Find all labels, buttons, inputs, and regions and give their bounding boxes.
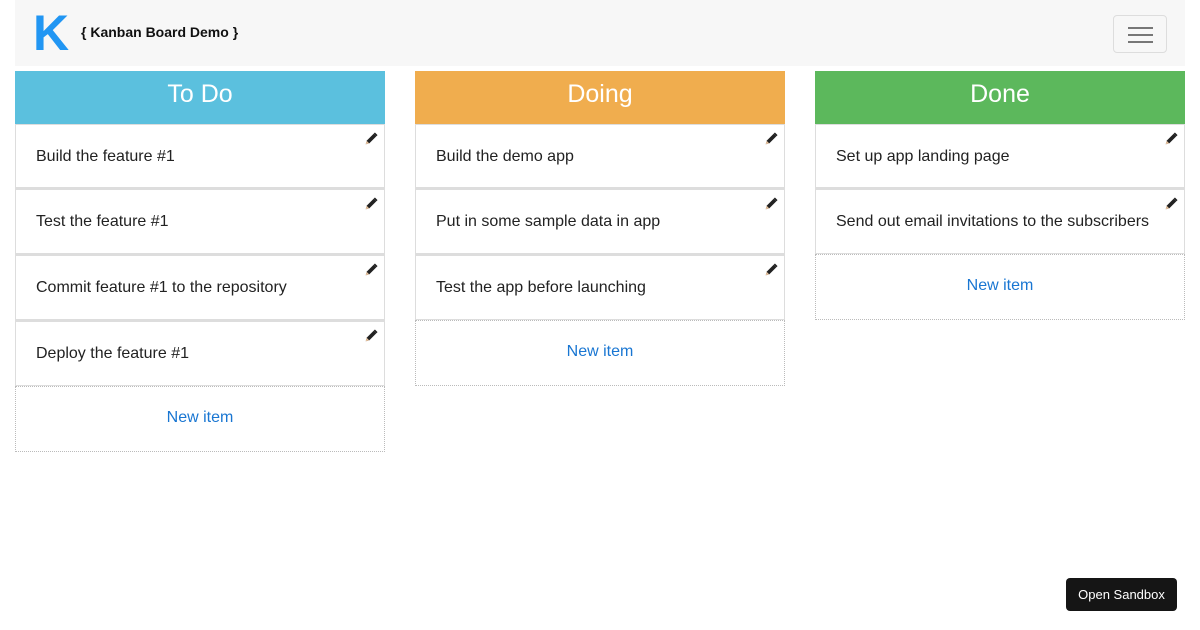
new-item-button[interactable]: New item bbox=[415, 320, 785, 386]
pencil-icon[interactable] bbox=[764, 263, 778, 277]
column-done: Done Set up app landing page Send out emai… bbox=[815, 71, 1185, 320]
card-text: Build the demo app bbox=[436, 148, 574, 165]
open-sandbox-button[interactable]: Open Sandbox bbox=[1066, 578, 1177, 611]
pencil-icon[interactable] bbox=[764, 132, 778, 146]
card-text: Test the feature #1 bbox=[36, 213, 169, 230]
pencil-icon[interactable] bbox=[1164, 197, 1178, 211]
column-header: To Do bbox=[15, 71, 385, 125]
card[interactable]: Deploy the feature #1 bbox=[15, 320, 385, 386]
column-header: Done bbox=[815, 71, 1185, 125]
brand-title[interactable]: { Kanban Board Demo } bbox=[81, 24, 238, 40]
card-text: Build the feature #1 bbox=[36, 148, 175, 165]
new-item-button[interactable]: New item bbox=[815, 254, 1185, 320]
column-todo: To Do Build the feature #1 Test the featur… bbox=[15, 71, 385, 452]
pencil-icon[interactable] bbox=[1164, 132, 1178, 146]
pencil-icon[interactable] bbox=[364, 132, 378, 146]
pencil-icon[interactable] bbox=[764, 197, 778, 211]
card[interactable]: Set up app landing page bbox=[815, 124, 1185, 188]
hamburger-icon bbox=[1128, 27, 1153, 29]
navbar: K { Kanban Board Demo } bbox=[15, 0, 1185, 66]
pencil-icon[interactable] bbox=[364, 329, 378, 343]
card-text: Set up app landing page bbox=[836, 148, 1010, 165]
card-text: Deploy the feature #1 bbox=[36, 345, 189, 362]
card-text: Put in some sample data in app bbox=[436, 213, 661, 230]
card[interactable]: Build the demo app bbox=[415, 124, 785, 188]
logo[interactable]: K bbox=[33, 6, 69, 60]
card[interactable]: Test the feature #1 bbox=[15, 188, 385, 254]
card[interactable]: Test the app before launching bbox=[415, 254, 785, 320]
pencil-icon[interactable] bbox=[364, 263, 378, 277]
card-text: Send out email invitations to the subscr… bbox=[836, 213, 1150, 230]
card-text: Commit feature #1 to the repository bbox=[36, 279, 287, 296]
card[interactable]: Put in some sample data in app bbox=[415, 188, 785, 254]
card[interactable]: Send out email invitations to the subscr… bbox=[815, 188, 1185, 254]
card[interactable]: Build the feature #1 bbox=[15, 124, 385, 188]
menu-toggle-button[interactable] bbox=[1113, 15, 1167, 53]
card-text: Test the app before launching bbox=[436, 279, 646, 296]
column-header: Doing bbox=[415, 71, 785, 125]
new-item-button[interactable]: New item bbox=[15, 386, 385, 452]
pencil-icon[interactable] bbox=[364, 197, 378, 211]
column-doing: Doing Build the demo app Put in some sampl… bbox=[415, 71, 785, 386]
card[interactable]: Commit feature #1 to the repository bbox=[15, 254, 385, 320]
